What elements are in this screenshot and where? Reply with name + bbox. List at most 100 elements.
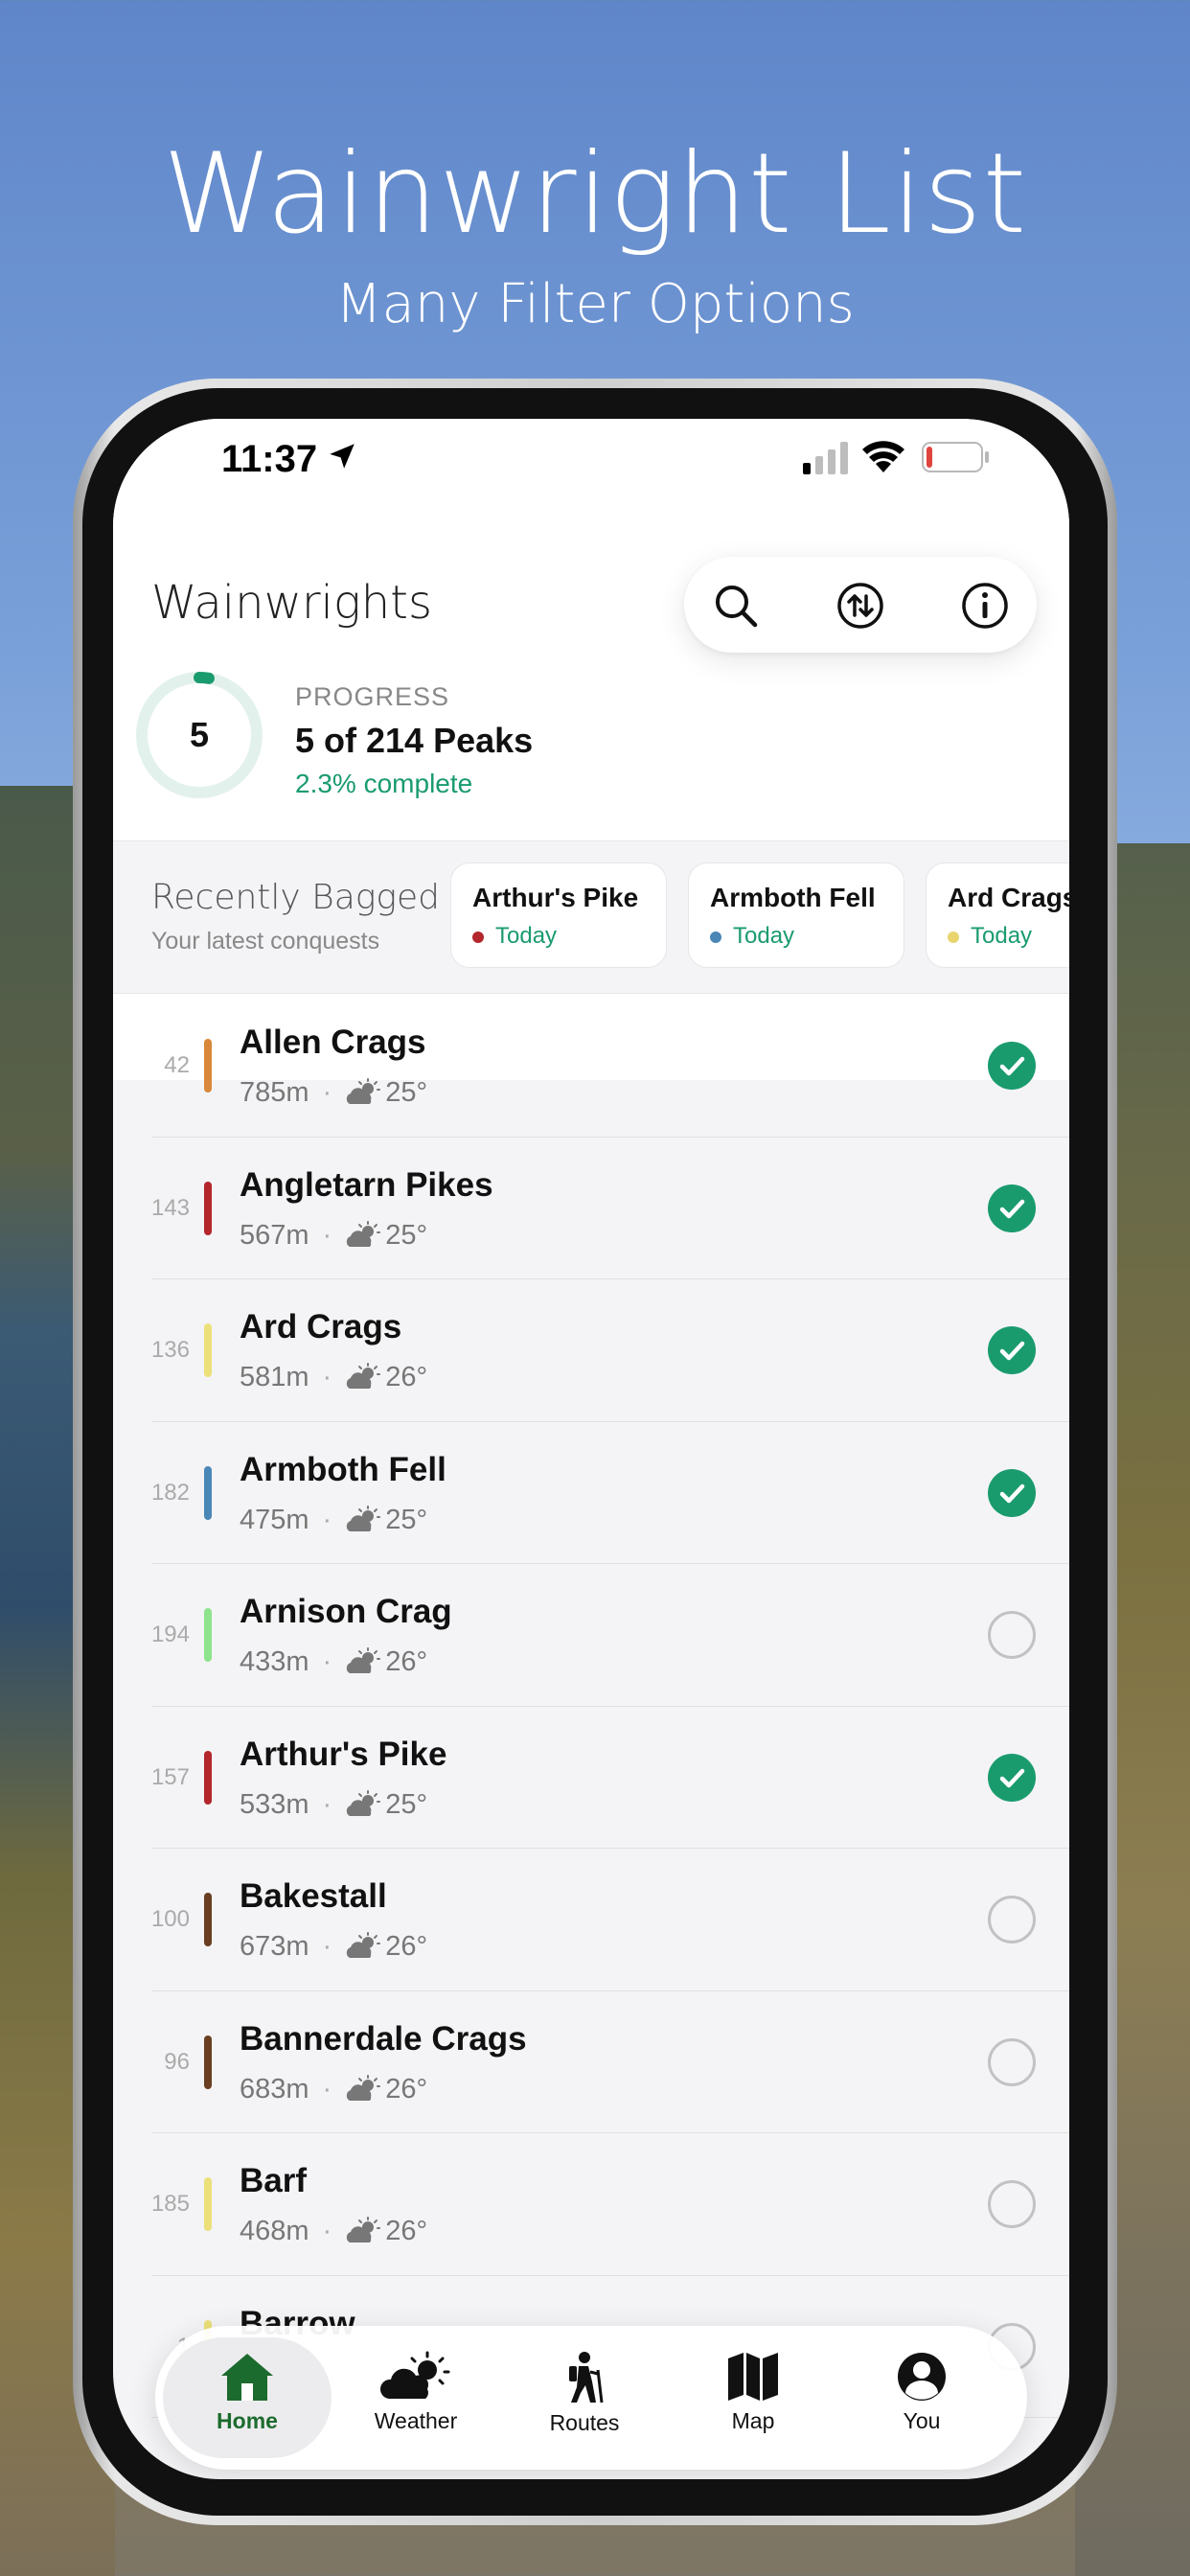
bagged-checkbox[interactable] — [988, 1753, 1036, 1802]
toolbar — [684, 557, 1037, 653]
peak-color-bar — [204, 1608, 212, 1662]
recent-card-name: Armboth Fell — [710, 883, 876, 912]
recent-subtitle: Your latest conquests — [151, 928, 380, 954]
peak-row[interactable]: 100 Bakestall 673m · 26° — [113, 1849, 1069, 1991]
peak-row[interactable]: 143 Angletarn Pikes 567m · 25° — [113, 1138, 1069, 1279]
location-arrow-icon — [330, 444, 355, 469]
bagged-checkbox[interactable] — [988, 1896, 1036, 1944]
sort-icon[interactable] — [835, 581, 885, 631]
peak-rank: 96 — [164, 2048, 190, 2075]
peak-name: Arnison Crag — [240, 1593, 452, 1630]
peak-row[interactable]: 182 Armboth Fell 475m · 25° — [113, 1422, 1069, 1564]
peak-rank: 143 — [150, 1194, 190, 1221]
meta-separator: · — [322, 2216, 332, 2246]
peak-meta: 433m · 26° — [240, 1646, 427, 1678]
peak-meta: 683m · 26° — [240, 2074, 427, 2105]
checkmark-icon — [999, 1341, 1025, 1361]
status-time: 11:37 — [221, 438, 318, 480]
peak-temperature: 25° — [385, 1788, 428, 1820]
tab-weather[interactable]: Weather — [332, 2337, 500, 2458]
bagged-checkbox[interactable] — [988, 2037, 1036, 2086]
weather-icon — [347, 2217, 381, 2242]
peak-name: Armboth Fell — [240, 1450, 446, 1488]
peak-rank: 136 — [150, 1337, 190, 1363]
tab-label: Weather — [374, 2408, 458, 2433]
peak-height: 533m — [240, 1788, 309, 1820]
tab-routes[interactable]: Routes — [500, 2337, 669, 2458]
peak-name: Barf — [240, 2162, 308, 2199]
peak-color-bar — [204, 2177, 212, 2231]
recent-card-name: Arthur's Pike — [472, 883, 639, 912]
weather-icon — [347, 1505, 381, 1531]
peak-height: 475m — [240, 1504, 309, 1535]
peak-temperature: 26° — [385, 1362, 428, 1392]
peak-temperature: 26° — [385, 1931, 428, 1962]
peak-height: 581m — [240, 1362, 309, 1392]
recent-card-color-dot — [472, 931, 484, 943]
meta-separator: · — [322, 1931, 332, 1962]
peak-rank: 100 — [150, 1906, 190, 1932]
progress-percent: 2.3% complete — [295, 769, 473, 798]
peak-name: Arthur's Pike — [240, 1735, 447, 1773]
weather-icon — [347, 1220, 381, 1247]
meta-separator: · — [322, 1646, 332, 1677]
meta-separator: · — [322, 1788, 332, 1820]
peak-height: 683m — [240, 2073, 309, 2104]
bagged-checkbox[interactable] — [988, 1326, 1036, 1374]
peak-temperature: 26° — [385, 2073, 428, 2104]
peak-meta: 475m · 25° — [240, 1505, 427, 1536]
peak-row[interactable]: 194 Arnison Crag 433m · 26° — [113, 1564, 1069, 1707]
weather-icon — [347, 1078, 381, 1104]
peak-color-bar — [204, 1181, 212, 1235]
peak-height: 468m — [240, 2216, 309, 2246]
peak-row[interactable]: 96 Bannerdale Crags 683m · 26° — [113, 1991, 1069, 2133]
checkmark-icon — [999, 1484, 1025, 1503]
peak-meta: 673m · 26° — [240, 1931, 427, 1963]
weather-icon — [347, 2074, 381, 2101]
peak-row[interactable]: 185 Barf 468m · 26° — [113, 2133, 1069, 2276]
peak-color-bar — [204, 1750, 212, 1805]
home-icon — [221, 2354, 273, 2401]
peak-color-bar — [204, 1893, 212, 1946]
peak-name: Bakestall — [240, 1877, 387, 1915]
peak-list: 42 Allen Crags 785m · 25° 143 Angletarn Pikes 5… — [113, 995, 1069, 2418]
peak-rank: 157 — [150, 1763, 190, 1790]
peak-meta: 468m · 26° — [240, 2216, 427, 2247]
recent-card[interactable]: Ard Crags Today — [926, 862, 1069, 968]
tab-you[interactable]: You — [837, 2337, 1006, 2458]
recent-card[interactable]: Armboth Fell Today — [688, 862, 904, 968]
meta-separator: · — [322, 2073, 332, 2104]
hero-subtitle: Many Filter Options — [335, 273, 855, 335]
info-icon[interactable] — [960, 581, 1010, 631]
tab-home[interactable]: Home — [163, 2337, 332, 2458]
tab-map[interactable]: Map — [669, 2337, 837, 2458]
peak-temperature: 26° — [385, 1646, 428, 1677]
hero-title: Wainwright List — [162, 129, 1028, 259]
peak-height: 433m — [240, 1646, 309, 1677]
recent-card-date: Today — [733, 923, 795, 949]
peak-row[interactable]: 136 Ard Crags 581m · 26° — [113, 1279, 1069, 1422]
bagged-checkbox[interactable] — [988, 2180, 1036, 2228]
peak-row[interactable]: 157 Arthur's Pike 533m · 25° — [113, 1707, 1069, 1849]
tab-label: You — [903, 2408, 941, 2433]
recent-card[interactable]: Arthur's Pike Today — [450, 862, 667, 968]
bagged-checkbox[interactable] — [988, 1468, 1036, 1517]
tab-label: Home — [217, 2408, 278, 2433]
weather-icon — [347, 1789, 381, 1816]
peak-color-bar — [204, 2035, 212, 2089]
bagged-checkbox[interactable] — [988, 1042, 1036, 1090]
bagged-checkbox[interactable] — [988, 1611, 1036, 1659]
peak-temperature: 26° — [385, 2216, 428, 2246]
bagged-checkbox[interactable] — [988, 1184, 1036, 1232]
peak-name: Bannerdale Crags — [240, 2019, 527, 2058]
progress-value: 5 of 214 Peaks — [295, 721, 534, 760]
search-icon[interactable] — [711, 581, 761, 631]
hiker-icon — [569, 2352, 604, 2404]
meta-separator: · — [322, 1504, 332, 1535]
weather-icon — [347, 1363, 381, 1389]
peak-row[interactable]: 42 Allen Crags 785m · 25° — [113, 995, 1069, 1138]
peak-name: Ard Crags — [240, 1308, 402, 1346]
checkmark-icon — [999, 1056, 1025, 1076]
peak-meta: 567m · 25° — [240, 1220, 427, 1252]
progress-label: PROGRESS — [295, 682, 450, 711]
